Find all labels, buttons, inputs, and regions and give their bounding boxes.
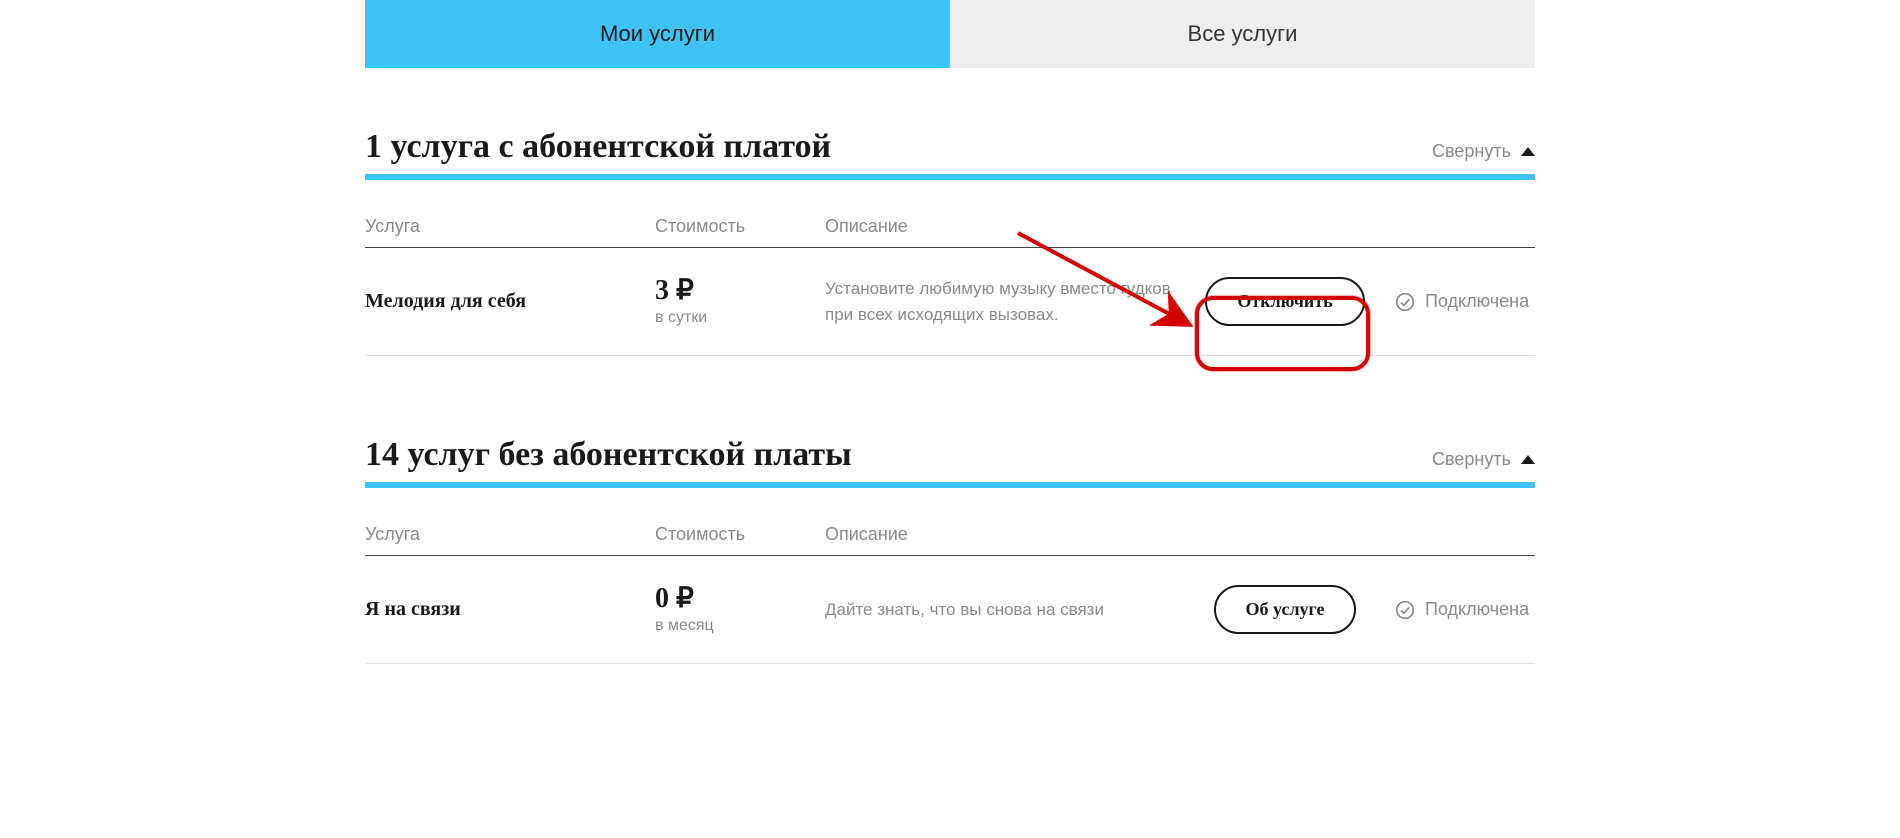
service-price-period: в месяц [655, 617, 825, 635]
section-free-services: 14 услуг без абонентской платы Свернуть … [365, 436, 1535, 664]
disable-button[interactable]: Отключить [1205, 277, 1364, 326]
table-row: Мелодия для себя 3 ₽ в сутки Установите … [365, 248, 1535, 356]
section-title: 14 услуг без абонентской платы [365, 436, 852, 474]
tab-my-services[interactable]: Мои услуги [365, 0, 950, 68]
service-description: Дайте знать, что вы снова на связи [825, 597, 1195, 623]
section-header: 14 услуг без абонентской платы Свернуть [365, 436, 1535, 488]
column-header-cost: Стоимость [655, 524, 825, 545]
service-status: Подключена [1425, 291, 1529, 312]
column-header-description: Описание [825, 524, 1195, 545]
column-header-service: Услуга [365, 524, 655, 545]
tab-label: Все услуги [1188, 21, 1298, 47]
collapse-toggle[interactable]: Свернуть [1432, 141, 1535, 162]
column-header-cost: Стоимость [655, 216, 825, 237]
check-circle-icon [1395, 292, 1415, 312]
column-header-service: Услуга [365, 216, 655, 237]
table-header: Услуга Стоимость Описание [365, 180, 1535, 248]
table-row: Я на связи 0 ₽ в месяц Дайте знать, что … [365, 556, 1535, 664]
service-price: 3 ₽ [655, 276, 825, 305]
service-name: Мелодия для себя [365, 290, 526, 312]
collapse-toggle[interactable]: Свернуть [1432, 449, 1535, 470]
table-header: Услуга Стоимость Описание [365, 488, 1535, 556]
chevron-up-icon [1521, 147, 1535, 156]
tab-all-services[interactable]: Все услуги [950, 0, 1535, 68]
about-service-button[interactable]: Об услуге [1214, 585, 1357, 634]
service-price: 0 ₽ [655, 584, 825, 613]
chevron-up-icon [1521, 455, 1535, 464]
section-paid-services: 1 услуга с абонентской платой Свернуть У… [365, 128, 1535, 356]
service-description: Установите любимую музыку вместо гудков … [825, 276, 1195, 327]
tabs: Мои услуги Все услуги [365, 0, 1535, 68]
service-status: Подключена [1425, 599, 1529, 620]
section-header: 1 услуга с абонентской платой Свернуть [365, 128, 1535, 180]
service-price-period: в сутки [655, 309, 825, 327]
check-circle-icon [1395, 600, 1415, 620]
collapse-label: Свернуть [1432, 141, 1511, 162]
collapse-label: Свернуть [1432, 449, 1511, 470]
column-header-description: Описание [825, 216, 1195, 237]
tab-label: Мои услуги [600, 21, 715, 47]
service-name: Я на связи [365, 598, 461, 620]
section-title: 1 услуга с абонентской платой [365, 128, 831, 166]
